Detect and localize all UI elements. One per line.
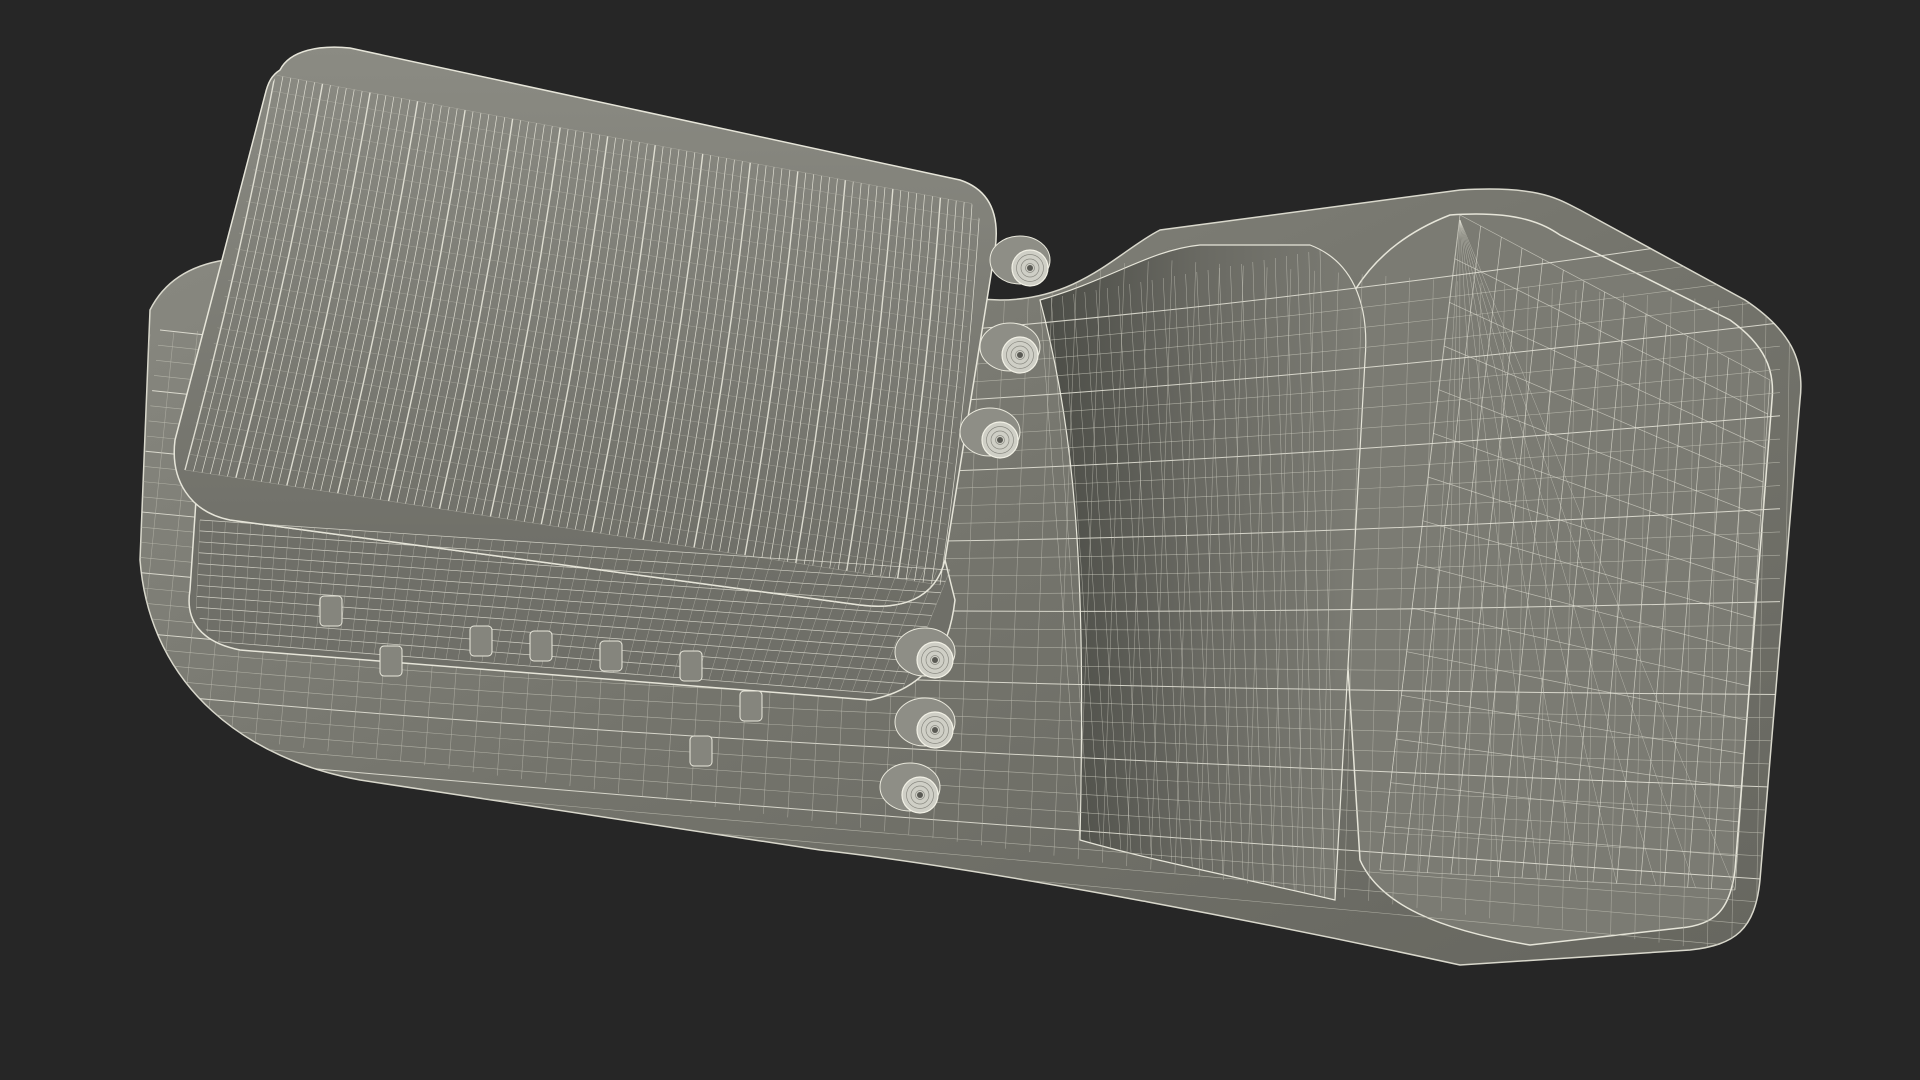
wireframe-render: [139, 46, 1802, 966]
render-viewport: [0, 0, 1920, 1080]
suitcase-latch: [529, 630, 553, 662]
suitcase-wheel: [989, 235, 1051, 287]
suitcase-latch: [679, 650, 703, 682]
suitcase-latch: [379, 645, 403, 677]
suitcase-latch: [599, 640, 623, 672]
suitcase-latch: [739, 690, 763, 722]
suitcase-latch: [319, 595, 343, 627]
suitcase-latch: [469, 625, 493, 657]
suitcase-latch: [689, 735, 713, 767]
